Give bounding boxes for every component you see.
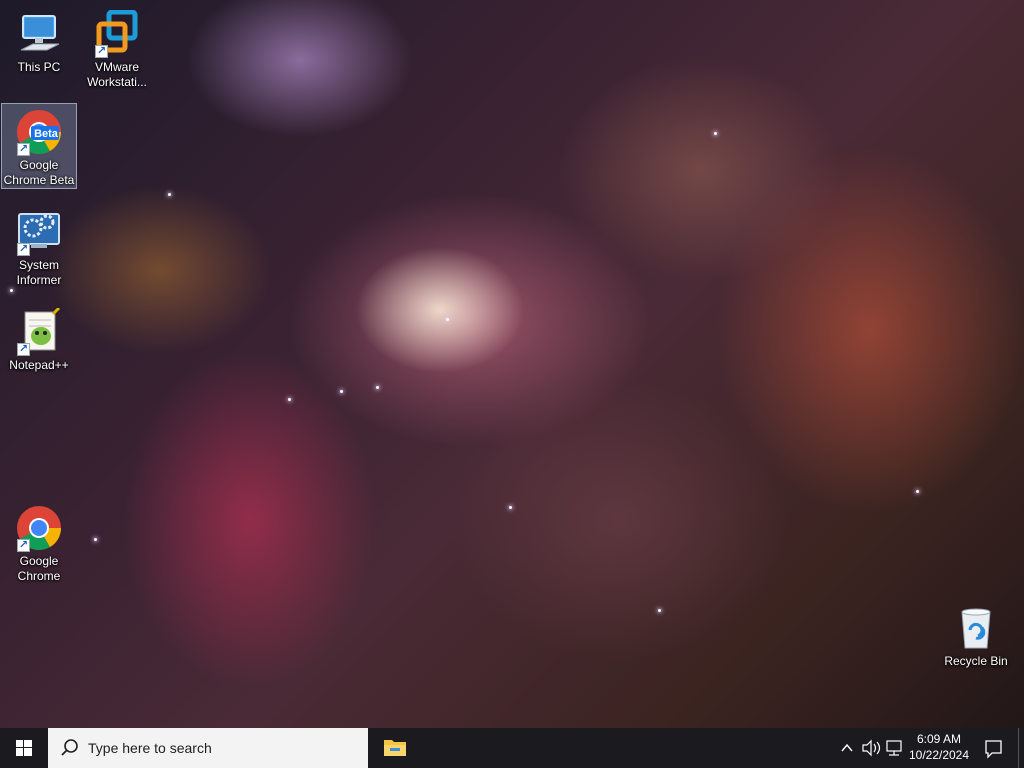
desktop-icon-this-pc[interactable]: This PC — [2, 6, 76, 75]
monitor-icon — [15, 10, 63, 58]
desktop-icon-recycle-bin[interactable]: Recycle Bin — [938, 600, 1014, 669]
wallpaper-star — [10, 289, 13, 292]
desktop-icon-label: Google Chrome Beta — [3, 158, 75, 187]
chrome-beta-icon: Beta ↗ — [15, 108, 63, 156]
chevron-up-icon — [841, 743, 853, 752]
search-placeholder: Type here to search — [88, 740, 212, 756]
action-center-button[interactable] — [978, 728, 1008, 768]
clock-date: 10/22/2024 — [908, 748, 970, 762]
wallpaper-star — [168, 193, 171, 196]
file-explorer-icon — [384, 740, 406, 756]
shortcut-arrow-icon: ↗ — [17, 539, 30, 552]
taskbar-search-box[interactable]: Type here to search — [48, 728, 368, 768]
desktop-icon-label: Recycle Bin — [944, 654, 1008, 668]
show-hidden-icons-button[interactable] — [838, 728, 856, 768]
taskbar-clock[interactable]: 6:09 AM 10/22/2024 — [904, 731, 974, 763]
volume-button[interactable] — [860, 728, 882, 768]
recycle-bin-icon — [952, 604, 1000, 652]
search-icon — [61, 739, 78, 756]
wallpaper-star — [714, 132, 717, 135]
wallpaper-star — [340, 390, 343, 393]
chrome-icon: ↗ — [15, 504, 63, 552]
start-button[interactable] — [0, 728, 48, 768]
wallpaper-star — [916, 490, 919, 493]
desktop-icon-label: System Informer — [16, 258, 62, 287]
shortcut-arrow-icon: ↗ — [17, 243, 30, 256]
desktop-icon-chrome[interactable]: ↗ Google Chrome — [2, 500, 76, 584]
speaker-icon — [862, 739, 881, 757]
wallpaper-star — [376, 386, 379, 389]
desktop[interactable]: This PC ↗ VMware Workstati... Beta ↗ Goo… — [0, 0, 1024, 728]
network-button[interactable] — [884, 728, 904, 768]
shortcut-arrow-icon: ↗ — [17, 143, 30, 156]
wallpaper-star — [288, 398, 291, 401]
shortcut-arrow-icon: ↗ — [17, 343, 30, 356]
shortcut-arrow-icon: ↗ — [95, 45, 108, 58]
desktop-icon-label: Google Chrome — [17, 554, 61, 583]
wallpaper-star — [658, 609, 661, 612]
windows-logo-icon — [16, 740, 32, 756]
notification-icon — [985, 740, 1002, 759]
wallpaper-star — [446, 318, 449, 321]
desktop-icon-chrome-beta[interactable]: Beta ↗ Google Chrome Beta — [1, 103, 77, 189]
vmware-icon: ↗ — [93, 9, 141, 58]
clock-time: 6:09 AM — [916, 732, 962, 746]
notepadpp-icon: ↗ — [15, 306, 63, 356]
beta-badge-text: Beta — [34, 128, 58, 140]
system-informer-icon: ↗ — [15, 208, 63, 256]
show-desktop-button[interactable] — [1018, 728, 1024, 768]
wallpaper-star — [94, 538, 97, 541]
desktop-icon-system-informer[interactable]: ↗ System Informer — [2, 204, 76, 288]
desktop-icon-label: Notepad++ — [9, 358, 69, 372]
taskbar: Type here to search 6:09 AM 10/22/2024 — [0, 728, 1024, 768]
desktop-icon-notepadpp[interactable]: ↗ Notepad++ — [2, 304, 76, 373]
desktop-icon-label: This PC — [17, 60, 61, 74]
file-explorer-taskbar-button[interactable] — [372, 728, 418, 768]
wallpaper-star — [509, 506, 512, 509]
desktop-icon-vmware[interactable]: ↗ VMware Workstati... — [80, 6, 154, 90]
desktop-icon-label: VMware Workstati... — [87, 60, 147, 89]
network-icon — [886, 740, 902, 756]
